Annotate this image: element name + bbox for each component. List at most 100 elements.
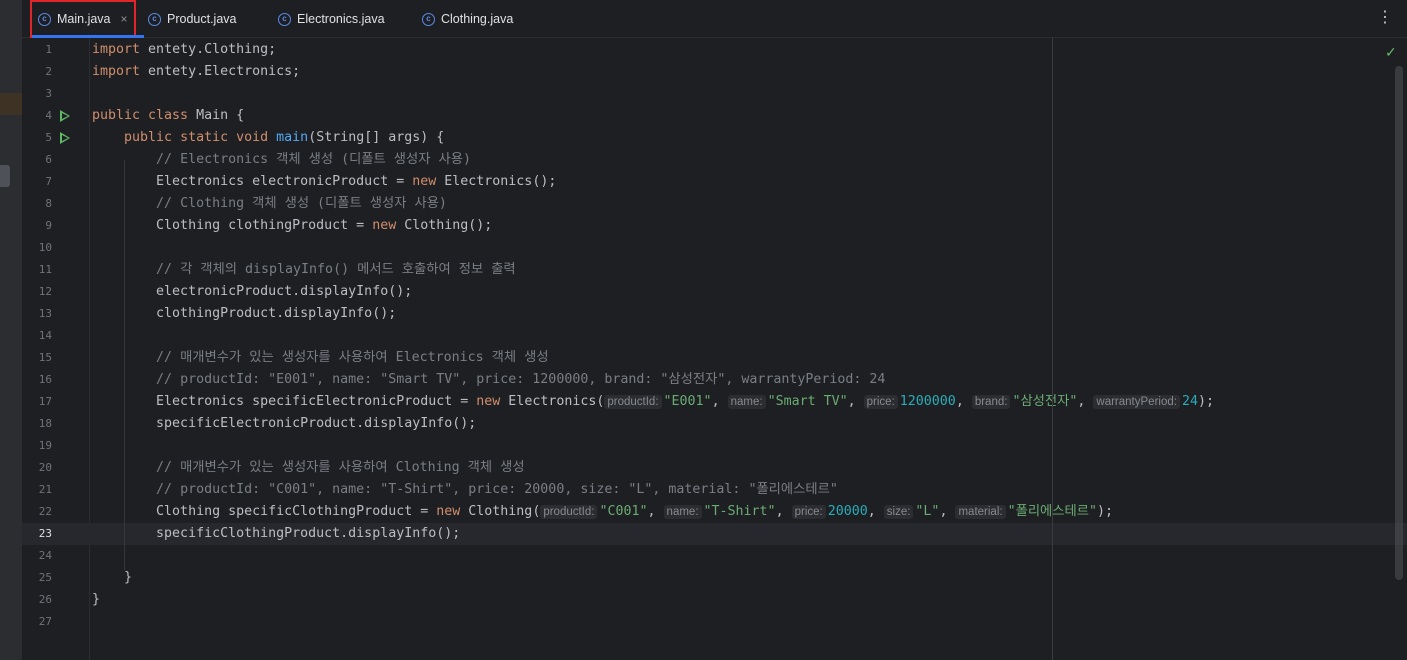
tab-label: Main.java bbox=[57, 12, 111, 26]
line-number: 5 bbox=[45, 131, 52, 144]
tab-label: Product.java bbox=[167, 12, 237, 26]
strip-handle[interactable] bbox=[0, 165, 10, 187]
line-number: 4 bbox=[45, 109, 52, 122]
class-icon: c bbox=[148, 12, 161, 26]
code-line[interactable]: 6 // Electronics 객체 생성 (디폴트 생성자 사용) bbox=[22, 149, 1407, 171]
code-text[interactable]: specificElectronicProduct.displayInfo(); bbox=[92, 413, 476, 435]
line-number: 1 bbox=[45, 43, 52, 56]
code-line[interactable]: 24 bbox=[22, 545, 1407, 567]
line-number: 9 bbox=[45, 219, 52, 232]
tab-label: Electronics.java bbox=[297, 12, 385, 26]
code-line[interactable]: 13 clothingProduct.displayInfo(); bbox=[22, 303, 1407, 325]
code-line[interactable]: 22 Clothing specificClothingProduct = ne… bbox=[22, 501, 1407, 523]
code-line[interactable]: 14 bbox=[22, 325, 1407, 347]
line-number: 11 bbox=[38, 263, 52, 276]
line-number: 13 bbox=[38, 307, 52, 320]
line-number: 25 bbox=[38, 571, 52, 584]
class-icon: c bbox=[38, 12, 51, 26]
code-text[interactable]: import entety.Electronics; bbox=[92, 61, 300, 83]
line-number: 19 bbox=[38, 439, 52, 452]
code-line[interactable]: 23 specificClothingProduct.displayInfo()… bbox=[22, 523, 1407, 545]
line-number: 27 bbox=[38, 615, 52, 628]
code-line[interactable]: 15 // 매개변수가 있는 생성자를 사용하여 Electronics 객체 … bbox=[22, 347, 1407, 369]
code-line[interactable]: 16 // productId: "E001", name: "Smart TV… bbox=[22, 369, 1407, 391]
code-line[interactable]: 9 Clothing clothingProduct = new Clothin… bbox=[22, 215, 1407, 237]
line-number: 3 bbox=[45, 87, 52, 100]
line-number: 24 bbox=[38, 549, 52, 562]
code-line[interactable]: 12 electronicProduct.displayInfo(); bbox=[22, 281, 1407, 303]
inspection-ok-icon[interactable]: ✓ bbox=[1385, 44, 1397, 61]
line-number: 6 bbox=[45, 153, 52, 166]
code-text[interactable]: // Clothing 객체 생성 (디폴트 생성자 사용) bbox=[92, 193, 447, 215]
tab-electronics-java[interactable]: c Electronics.java bbox=[278, 0, 385, 38]
line-number: 12 bbox=[38, 285, 52, 298]
code-line[interactable]: 7 Electronics electronicProduct = new El… bbox=[22, 171, 1407, 193]
code-text[interactable]: // 매개변수가 있는 생성자를 사용하여 Clothing 객체 생성 bbox=[92, 457, 525, 479]
code-text[interactable]: } bbox=[92, 567, 132, 589]
code-line[interactable]: 2 import entety.Electronics; bbox=[22, 61, 1407, 83]
tool-window-strip bbox=[0, 0, 22, 660]
code-line[interactable]: 19 bbox=[22, 435, 1407, 457]
code-line[interactable]: 3 bbox=[22, 83, 1407, 105]
line-number: 17 bbox=[38, 395, 52, 408]
run-icon[interactable] bbox=[60, 132, 70, 144]
tab-product-java[interactable]: c Product.java bbox=[148, 0, 236, 38]
code-text[interactable]: clothingProduct.displayInfo(); bbox=[92, 303, 396, 325]
code-text[interactable]: // 각 객체의 displayInfo() 메서드 호출하여 정보 출력 bbox=[92, 259, 516, 281]
code-line[interactable]: 27 bbox=[22, 611, 1407, 633]
line-number: 2 bbox=[45, 65, 52, 78]
code-line[interactable]: 10 bbox=[22, 237, 1407, 259]
line-number: 14 bbox=[38, 329, 52, 342]
code-line[interactable]: 21 // productId: "C001", name: "T-Shirt"… bbox=[22, 479, 1407, 501]
code-text[interactable]: public static void main(String[] args) { bbox=[92, 127, 444, 149]
vertical-scrollbar[interactable] bbox=[1395, 66, 1403, 580]
tab-clothing-java[interactable]: c Clothing.java bbox=[422, 0, 513, 38]
code-text[interactable]: Electronics electronicProduct = new Elec… bbox=[92, 171, 556, 193]
code-line[interactable]: 20 // 매개변수가 있는 생성자를 사용하여 Clothing 객체 생성 bbox=[22, 457, 1407, 479]
tab-label: Clothing.java bbox=[441, 12, 514, 26]
class-icon: c bbox=[422, 12, 435, 26]
code-line[interactable]: 18 specificElectronicProduct.displayInfo… bbox=[22, 413, 1407, 435]
code-text[interactable]: public class Main { bbox=[92, 105, 244, 127]
code-line[interactable]: 8 // Clothing 객체 생성 (디폴트 생성자 사용) bbox=[22, 193, 1407, 215]
line-number: 21 bbox=[38, 483, 52, 496]
strip-highlight bbox=[0, 93, 22, 115]
right-margin-guide bbox=[1052, 38, 1053, 660]
code-text[interactable]: Clothing clothingProduct = new Clothing(… bbox=[92, 215, 492, 237]
code-line[interactable]: 4 public class Main { bbox=[22, 105, 1407, 127]
close-icon[interactable]: × bbox=[121, 12, 128, 26]
line-number: 22 bbox=[38, 505, 52, 518]
run-icon[interactable] bbox=[60, 110, 70, 122]
code-text[interactable]: } bbox=[92, 589, 100, 611]
line-number: 20 bbox=[38, 461, 52, 474]
code-line[interactable]: 17 Electronics specificElectronicProduct… bbox=[22, 391, 1407, 413]
line-number: 15 bbox=[38, 351, 52, 364]
line-number: 16 bbox=[38, 373, 52, 386]
code-text[interactable]: import entety.Clothing; bbox=[92, 39, 276, 61]
code-text[interactable]: Electronics specificElectronicProduct = … bbox=[92, 391, 1214, 413]
tab-main-java[interactable]: c Main.java × bbox=[30, 0, 144, 38]
class-icon: c bbox=[278, 12, 291, 26]
editor-tab-bar: c Main.java × c Product.java c Electroni… bbox=[22, 0, 1407, 38]
code-text[interactable]: // productId: "E001", name: "Smart TV", … bbox=[92, 369, 885, 391]
code-text[interactable]: // productId: "C001", name: "T-Shirt", p… bbox=[92, 479, 838, 501]
line-number: 18 bbox=[38, 417, 52, 430]
code-text[interactable]: // 매개변수가 있는 생성자를 사용하여 Electronics 객체 생성 bbox=[92, 347, 549, 369]
line-number: 26 bbox=[38, 593, 52, 606]
line-number: 23 bbox=[38, 527, 52, 540]
indent-guide bbox=[124, 160, 126, 570]
code-text[interactable]: // Electronics 객체 생성 (디폴트 생성자 사용) bbox=[92, 149, 471, 171]
code-line[interactable]: 1 import entety.Clothing; bbox=[22, 39, 1407, 61]
more-options-icon[interactable]: ⋮ bbox=[1377, 9, 1393, 27]
code-text[interactable]: electronicProduct.displayInfo(); bbox=[92, 281, 412, 303]
code-line[interactable]: 11 // 각 객체의 displayInfo() 메서드 호출하여 정보 출력 bbox=[22, 259, 1407, 281]
line-number: 7 bbox=[45, 175, 52, 188]
line-number: 8 bbox=[45, 197, 52, 210]
code-line[interactable]: 5 public static void main(String[] args)… bbox=[22, 127, 1407, 149]
code-line[interactable]: 26} bbox=[22, 589, 1407, 611]
code-editor[interactable]: 1 import entety.Clothing; 2 import entety.E… bbox=[22, 38, 1407, 660]
code-text[interactable]: specificClothingProduct.displayInfo(); bbox=[92, 523, 460, 545]
code-line[interactable]: 25 } bbox=[22, 567, 1407, 589]
code-text[interactable]: Clothing specificClothingProduct = new C… bbox=[92, 501, 1113, 523]
line-number: 10 bbox=[38, 241, 52, 254]
